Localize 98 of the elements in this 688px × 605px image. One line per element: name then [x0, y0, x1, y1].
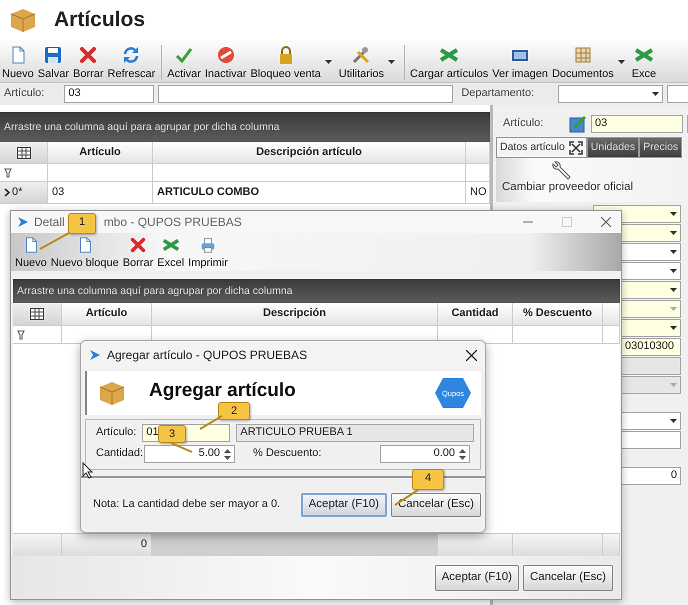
toolbar-button[interactable]: Refrescar	[106, 44, 158, 80]
tools-icon	[351, 44, 372, 65]
toolbar-button[interactable]: Nuevo	[13, 236, 49, 269]
filter-icon[interactable]	[17, 330, 25, 340]
field-label: Cantidad:	[96, 447, 142, 461]
column-header[interactable]: Descripción artículo	[153, 142, 466, 163]
group-hint: Arrastre una columna aquí para agrupar por dicha columna	[17, 284, 292, 298]
tab[interactable]: Unidades	[586, 137, 640, 158]
toolbar-button[interactable]: Ver imagen	[490, 44, 550, 80]
toolbar-button[interactable]: Nuevo	[0, 44, 36, 80]
toolbar-button[interactable]: Documentos	[550, 44, 630, 80]
leader-line	[200, 415, 222, 430]
printer-icon	[199, 236, 218, 254]
filter-icon[interactable]	[4, 168, 12, 178]
caret-icon	[324, 60, 332, 64]
quantity-field[interactable]: 5.00	[144, 445, 235, 463]
dialog-title: Detall	[34, 214, 65, 230]
edit-icon[interactable]	[569, 115, 587, 133]
maximize-icon[interactable]	[562, 217, 572, 227]
callout-label: 4	[412, 469, 444, 490]
field-label: Departamento:	[461, 87, 536, 101]
expand-icon[interactable]	[568, 140, 583, 154]
caret-icon	[618, 60, 625, 64]
table-cell: ARTICULO COMBO	[153, 182, 466, 203]
x-mark-icon	[128, 236, 147, 254]
cursor-icon	[82, 462, 93, 479]
spinner-icon[interactable]	[224, 448, 231, 460]
floppy-icon	[43, 44, 64, 65]
leader-line	[40, 232, 70, 250]
column-header[interactable]	[466, 142, 490, 163]
dialog-button[interactable]: Aceptar (F10)	[300, 493, 387, 517]
table-icon[interactable]	[30, 308, 44, 320]
toolbar-button[interactable]: Bloqueo venta	[248, 44, 337, 80]
app-icon	[17, 216, 29, 228]
description-field: ARTICULO PRUEBA 1	[236, 424, 474, 442]
column-header[interactable]: % Descuento	[513, 303, 603, 325]
grid-icon	[572, 44, 593, 65]
field-label: Artículo:	[503, 117, 544, 131]
note-text: Nota: La cantidad debe ser mayor a 0.	[93, 498, 282, 512]
table-cell: 03	[48, 182, 153, 203]
x-mark-icon	[78, 44, 98, 65]
article-field[interactable]: 03	[591, 115, 683, 133]
dialog-heading: Agregar artículo	[149, 380, 296, 400]
field-label: % Descuento:	[253, 447, 322, 461]
caret-icon	[670, 250, 677, 254]
prohibited-icon	[216, 44, 236, 65]
tab[interactable]: Datos artículo	[496, 137, 587, 158]
column-header[interactable]: Artículo	[62, 303, 152, 325]
toolbar-button[interactable]: Cargar artículos	[404, 44, 490, 80]
row-indicator: 0*	[12, 186, 22, 200]
tab[interactable]: Precios	[639, 137, 682, 158]
column-header[interactable]: Artículo	[48, 142, 153, 163]
toolbar-button[interactable]: Salvar	[36, 44, 71, 80]
caret-icon	[388, 60, 396, 64]
caret-icon	[670, 419, 677, 423]
callout-label: 1	[68, 213, 96, 234]
group-hint: Arrastre una columna aquí para agrupar por dicha columna	[4, 120, 280, 134]
callout-label: 2	[218, 402, 250, 420]
caret-icon	[670, 307, 677, 311]
toolbar-button[interactable]: Activar	[161, 44, 203, 80]
toolbar-button[interactable]: Excel	[155, 236, 186, 269]
wrench-icon[interactable]	[550, 161, 572, 181]
dialog-button[interactable]: Aceptar (F10)	[434, 564, 519, 590]
caret-icon	[670, 326, 677, 330]
caret-icon	[670, 288, 677, 292]
field-label: Artículo:	[96, 426, 136, 440]
app-icon	[89, 349, 101, 361]
dialog-button[interactable]: Cancelar (Esc)	[522, 564, 613, 590]
dialog-button[interactable]: Cancelar (Esc)	[390, 493, 481, 517]
dialog-title: Agregar artículo - QUPOS PRUEBAS	[107, 348, 308, 362]
caret-icon	[670, 212, 677, 216]
toolbar-button[interactable]: Borrar	[70, 44, 106, 80]
toolbar-button[interactable]: Utilitarios	[336, 44, 400, 80]
table-icon[interactable]	[16, 146, 30, 158]
window-title: Artículos	[54, 7, 146, 33]
spinner-icon[interactable]	[459, 448, 466, 460]
close-icon[interactable]	[466, 350, 477, 360]
dialog-title: mbo - QUPOS PRUEBAS	[104, 214, 242, 230]
department-dropdown[interactable]	[558, 85, 664, 103]
column-header[interactable]: Descripción	[152, 303, 438, 325]
caret-icon	[652, 92, 660, 96]
toolbar-button[interactable]: Borrar	[120, 236, 156, 269]
column-header[interactable]	[603, 303, 620, 325]
column-header[interactable]: Cantidad	[438, 303, 513, 325]
leader-line	[170, 442, 192, 453]
description-field[interactable]	[158, 85, 454, 103]
toolbar-button[interactable]: Imprimir	[186, 236, 230, 269]
discount-field[interactable]: 0.00	[380, 445, 470, 463]
article-field[interactable]: 03	[64, 85, 154, 103]
toolbar-button[interactable]: Nuevo bloque	[48, 236, 121, 269]
close-icon[interactable]	[601, 217, 611, 227]
callout-label: 3	[158, 425, 186, 443]
toolbar-button[interactable]: Inactivar	[202, 44, 248, 80]
toolbar-button[interactable]: Exce	[630, 44, 658, 80]
caret-icon	[670, 269, 677, 273]
field-label: Artículo:	[4, 87, 44, 101]
caret-icon	[670, 383, 677, 387]
caret-icon	[670, 231, 677, 235]
